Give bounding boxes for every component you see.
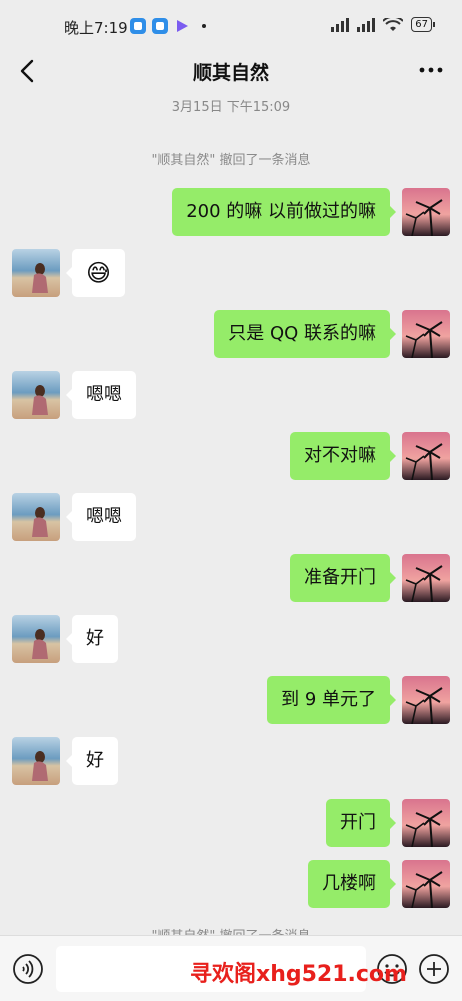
message-row: 到 9 单元了 bbox=[0, 676, 462, 724]
outgoing-message-bubble[interactable]: 几楼啊 bbox=[308, 860, 396, 908]
contact-avatar[interactable] bbox=[12, 493, 60, 541]
outgoing-message-bubble[interactable]: 200 的嘛 以前做过的嘛 bbox=[172, 188, 396, 236]
my-avatar[interactable] bbox=[402, 554, 450, 602]
message-row: 😅 bbox=[0, 249, 462, 297]
outgoing-message-bubble[interactable]: 对不对嘛 bbox=[290, 432, 396, 480]
more-notifications-icon bbox=[202, 24, 206, 28]
outgoing-message-bubble[interactable]: 只是 QQ 联系的嘛 bbox=[214, 310, 396, 358]
my-avatar[interactable] bbox=[402, 432, 450, 480]
outgoing-message-bubble[interactable]: 开门 bbox=[326, 799, 396, 847]
message-row: 好 bbox=[0, 615, 462, 663]
status-bar: 晚上7:19 67 bbox=[0, 0, 462, 48]
plus-icon[interactable] bbox=[418, 953, 450, 985]
signal-icon bbox=[331, 17, 350, 32]
incoming-message-bubble[interactable]: 😅 bbox=[65, 249, 126, 297]
message-row: 嗯嗯 bbox=[0, 493, 462, 541]
message-row: 嗯嗯 bbox=[0, 371, 462, 419]
app-notification-icon bbox=[130, 18, 146, 34]
message-row: 200 的嘛 以前做过的嘛 bbox=[0, 188, 462, 236]
app-notification-icon bbox=[152, 18, 168, 34]
message-row: 只是 QQ 联系的嘛 bbox=[0, 310, 462, 358]
system-status: 67 bbox=[331, 17, 435, 32]
chat-title: 顺其自然 bbox=[192, 62, 269, 84]
message-row: 准备开门 bbox=[0, 554, 462, 602]
voice-input-icon[interactable] bbox=[12, 953, 44, 985]
contact-avatar[interactable] bbox=[12, 737, 60, 785]
my-avatar[interactable] bbox=[402, 860, 450, 908]
message-row: 开门 bbox=[0, 799, 462, 847]
battery-icon: 67 bbox=[411, 17, 435, 32]
contact-avatar[interactable] bbox=[12, 371, 60, 419]
outgoing-message-bubble[interactable]: 准备开门 bbox=[290, 554, 396, 602]
watermark: 寻欢阁xhg521.com bbox=[190, 962, 407, 987]
contact-avatar[interactable] bbox=[12, 615, 60, 663]
signal-icon bbox=[357, 17, 376, 32]
contact-avatar[interactable] bbox=[12, 249, 60, 297]
incoming-message-bubble[interactable]: 嗯嗯 bbox=[66, 371, 136, 419]
incoming-message-bubble[interactable]: 嗯嗯 bbox=[66, 493, 136, 541]
incoming-message-bubble[interactable]: 好 bbox=[66, 615, 118, 663]
message-timestamp: 3月15日 下午15:09 bbox=[171, 100, 291, 115]
more-options-icon[interactable] bbox=[418, 62, 444, 78]
input-bar: 寻欢阁xhg521.com bbox=[0, 935, 462, 1001]
incoming-message-bubble[interactable]: 好 bbox=[66, 737, 118, 785]
clock: 晚上7:19 bbox=[64, 19, 128, 37]
message-row: 几楼啊 bbox=[0, 860, 462, 908]
video-app-icon bbox=[174, 18, 190, 34]
my-avatar[interactable] bbox=[402, 676, 450, 724]
message-row: 对不对嘛 bbox=[0, 432, 462, 480]
chat-header: 顺其自然 bbox=[0, 48, 462, 94]
notification-icons bbox=[130, 18, 206, 34]
my-avatar[interactable] bbox=[402, 799, 450, 847]
my-avatar[interactable] bbox=[402, 310, 450, 358]
message-row: 好 bbox=[0, 737, 462, 785]
my-avatar[interactable] bbox=[402, 188, 450, 236]
wifi-icon bbox=[383, 17, 404, 31]
outgoing-message-bubble[interactable]: 到 9 单元了 bbox=[267, 676, 396, 724]
recall-notice: "顺其自然" 撤回了一条消息 bbox=[151, 153, 311, 168]
